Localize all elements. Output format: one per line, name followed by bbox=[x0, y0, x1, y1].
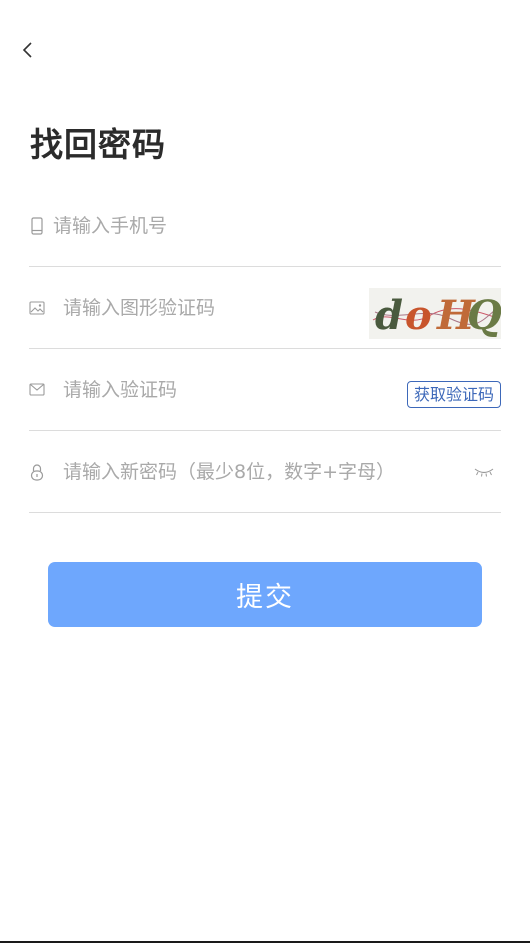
get-code-button[interactable]: 获取验证码 bbox=[406, 381, 501, 408]
sms-code-input[interactable] bbox=[63, 349, 389, 430]
captcha-char-2: o bbox=[405, 292, 432, 339]
page-title: 找回密码 bbox=[30, 125, 166, 164]
captcha-image[interactable]: d o H Q bbox=[369, 288, 502, 339]
captcha-char-1: d bbox=[375, 292, 403, 339]
eye-closed-icon[interactable] bbox=[473, 431, 495, 512]
phone-input[interactable] bbox=[53, 185, 491, 266]
new-password-input[interactable] bbox=[63, 431, 461, 512]
phone-field bbox=[29, 185, 501, 267]
captcha-char-4: Q bbox=[467, 292, 501, 339]
phone-icon bbox=[29, 185, 45, 266]
captcha-field: d o H Q bbox=[29, 267, 502, 349]
lock-icon bbox=[29, 431, 45, 512]
password-field bbox=[29, 431, 501, 513]
captcha-input[interactable] bbox=[63, 267, 361, 348]
chevron-left-icon bbox=[21, 41, 35, 63]
sms-code-field: 获取验证码 bbox=[29, 349, 501, 431]
image-icon bbox=[29, 267, 45, 348]
mail-icon bbox=[29, 349, 45, 430]
submit-button[interactable]: 提交 bbox=[48, 562, 482, 627]
back-button[interactable] bbox=[14, 38, 42, 66]
